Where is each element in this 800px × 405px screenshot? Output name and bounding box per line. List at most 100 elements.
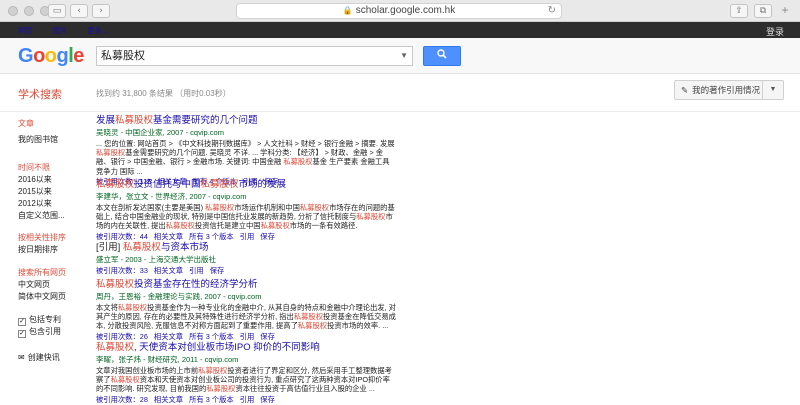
snippet-text: 本文在剖析发达国家(主要是美国): [96, 203, 206, 212]
result-action-link[interactable]: 引用: [240, 395, 255, 404]
title-highlight: 私募股权: [96, 279, 135, 290]
topbar-link-images[interactable]: 图片: [53, 26, 68, 36]
close-window-button[interactable]: [8, 6, 18, 16]
result-title[interactable]: 发展私募股权基金需要研究的几个问题: [96, 112, 396, 126]
title-highlight: 私募股权: [122, 242, 161, 253]
title-text: 基金需要研究的几个问题: [153, 115, 258, 126]
result-title[interactable]: 私募股权, 天使资本对创业板市场IPO 抑价的不同影响: [96, 339, 396, 353]
result-count: 找到约 31,800 条结果 （用时0.03秒）: [96, 89, 231, 98]
search-button[interactable]: [423, 46, 461, 66]
snippet-highlight: 私募股权: [117, 303, 148, 312]
sidebar-item-articles[interactable]: 文章: [18, 118, 34, 129]
result-authors[interactable]: 盛立军 - 2003 - 上海交通大学出版社: [96, 254, 396, 265]
create-alert-link[interactable]: ✉ 创建快讯: [18, 352, 60, 363]
result-action-link[interactable]: 被引用次数：28: [96, 395, 148, 404]
result-authors[interactable]: 吴晓灵 - 中国企业家, 2007 - cqvip.com: [96, 127, 396, 138]
sidebar-item-any-time[interactable]: 时间不限: [18, 162, 50, 173]
snippet-text: 本文将: [96, 303, 118, 312]
title-text: 市场的发展: [238, 179, 287, 190]
result-action-link[interactable]: 相关文章: [154, 266, 183, 275]
snippet-highlight: 私募股权: [96, 148, 126, 158]
snippet-highlight: 私募股权: [198, 366, 228, 375]
share-icon[interactable]: ⇪: [730, 4, 748, 18]
chevron-down-icon[interactable]: ▼: [400, 47, 408, 65]
sidebar-item-sort-date[interactable]: 按日期排序: [18, 244, 58, 255]
snippet-highlight: 私募股权: [165, 221, 195, 231]
result-action-link[interactable]: 保存: [210, 266, 225, 275]
my-citations-label: 我的著作引用情况: [692, 85, 761, 95]
snippet-text: 文章对我国创业板市场的上市前: [96, 366, 199, 375]
snippet-text: 投资市场的效率. ...: [327, 321, 389, 331]
sidebar-item-custom-range[interactable]: 自定义范围...: [18, 210, 65, 221]
sidebar-item-chinese-pages[interactable]: 中文网页: [18, 279, 50, 290]
logo-letter: e: [73, 45, 84, 67]
include-citations-label: 包含引用: [29, 327, 61, 336]
more-options-button[interactable]: ▼: [762, 80, 784, 100]
title-highlight: 私募股权: [115, 115, 154, 126]
result-action-link[interactable]: 相关文章: [154, 395, 183, 404]
google-logo[interactable]: Google: [18, 45, 84, 68]
result-item: [引用] 私募股权与资本市场 盛立军 - 2003 - 上海交通大学出版社 被引…: [96, 239, 396, 276]
result-title[interactable]: 私募股权投资信托与中国私募股权市场的发展: [96, 176, 396, 190]
title-highlight: 私募股权: [96, 179, 135, 190]
result-snippet: 本文将私募股权投资基金作为一种专业化的金融中介, 从其自身的特点和金融中介理论出…: [96, 303, 396, 331]
reload-icon[interactable]: ↻: [548, 4, 556, 18]
results-toolbar: 学术搜索 找到约 31,800 条结果 （用时0.03秒） ✎ 我的著作引用情况 …: [0, 74, 800, 112]
topbar-link-web[interactable]: 网页: [18, 26, 33, 36]
snippet-text: ... 您的位置: 网站首页 > 《中文科技期刊数据库》 > 人文社科 > 财经…: [96, 139, 395, 148]
snippet-highlight: 私募股权: [299, 203, 330, 212]
new-tab-icon[interactable]: +: [778, 4, 792, 18]
minimize-window-button[interactable]: [24, 6, 34, 16]
snippet-text: 投资信托是建立中国: [194, 221, 261, 231]
sidebar-item-simplified-chinese[interactable]: 简体中文网页: [18, 291, 66, 302]
search-header: Google 私募股权 ▼: [0, 38, 800, 74]
snippet-highlight: 私募股权: [110, 375, 140, 385]
search-input[interactable]: 私募股权 ▼: [96, 46, 413, 66]
search-icon: [437, 49, 447, 59]
tabs-overview-icon[interactable]: ⧉: [754, 4, 772, 18]
address-bar[interactable]: 🔒 scholar.google.com.hk ↻: [236, 3, 562, 19]
logo-letter: o: [44, 45, 57, 67]
snippet-text: 市场的一条有效路径.: [289, 221, 358, 231]
sidebar-item-my-library[interactable]: 我的图书馆: [18, 134, 58, 145]
sidebar-item-all-web[interactable]: 搜索所有网页: [18, 267, 66, 278]
result-action-link[interactable]: 引用: [189, 266, 204, 275]
sidebar-item-since-2016[interactable]: 2016以来: [18, 174, 52, 185]
result-item: 私募股权, 天使资本对创业板市场IPO 抑价的不同影响 李曜，张子炜 - 财经研…: [96, 339, 396, 405]
result-action-link[interactable]: 所有 3 个版本: [189, 395, 234, 404]
chevron-down-icon: ▼: [769, 86, 777, 93]
sidebar-item-sort-relevance[interactable]: 按相关性排序: [18, 232, 66, 243]
scholar-title[interactable]: 学术搜索: [18, 86, 62, 102]
result-authors[interactable]: 李建华，张立文 - 世界经济, 2007 - cqvip.com: [96, 191, 396, 202]
snippet-highlight: 私募股权: [206, 384, 236, 394]
result-action-link[interactable]: 保存: [260, 395, 275, 404]
sidebar-item-since-2015[interactable]: 2015以来: [18, 186, 52, 197]
browser-toolbar: ▭ ‹ › 🔒 scholar.google.com.hk ↻ ⇪ ⧉ +: [0, 0, 800, 22]
result-links: 被引用次数：33 相关文章 引用 保存: [96, 266, 396, 276]
sidebar-toggle-icon[interactable]: ▭: [48, 4, 66, 18]
snippet-text: 资本往往投资于高估值行业且入股的企业 ...: [235, 384, 375, 394]
include-patents-checkbox[interactable]: ✓ 包括专利: [18, 314, 61, 326]
create-alert-label: 创建快讯: [27, 353, 60, 362]
snippet-highlight: 私募股权: [356, 212, 386, 222]
result-authors[interactable]: 李曜，张子炜 - 财经研究, 2011 - cqvip.com: [96, 354, 396, 365]
result-snippet: 文章对我国创业板市场的上市前私募股权投资者进行了界定和区分, 然后采用手工整理数…: [96, 366, 396, 394]
google-top-bar: 网页 图片 更多... 登录: [0, 22, 800, 38]
result-action-link[interactable]: 被引用次数：33: [96, 266, 148, 275]
title-highlight: 私募股权: [200, 179, 239, 190]
title-text: 投资信托与中国: [134, 179, 201, 190]
back-icon[interactable]: ‹: [70, 4, 88, 18]
title-text: 投资基金存在性的经济学分析: [134, 279, 258, 290]
sidebar-item-since-2012[interactable]: 2012以来: [18, 198, 52, 209]
snippet-highlight: 私募股权: [297, 321, 328, 331]
result-title[interactable]: [引用] 私募股权与资本市场: [96, 239, 396, 253]
result-item: 私募股权投资基金存在性的经济学分析 周丹，王恩裕 - 金融理论与实践, 2007…: [96, 276, 396, 342]
result-authors[interactable]: 周丹，王恩裕 - 金融理论与实践, 2007 - cqvip.com: [96, 291, 396, 302]
result-title[interactable]: 私募股权投资基金存在性的经济学分析: [96, 276, 396, 290]
include-citations-checkbox[interactable]: ✓ 包含引用: [18, 326, 61, 338]
address-bar-url: scholar.google.com.hk: [355, 5, 456, 16]
signin-link[interactable]: 登录: [766, 25, 784, 38]
topbar-link-more[interactable]: 更多...: [87, 26, 108, 36]
forward-icon[interactable]: ›: [92, 4, 110, 18]
result-item: 私募股权投资信托与中国私募股权市场的发展 李建华，张立文 - 世界经济, 200…: [96, 176, 396, 242]
